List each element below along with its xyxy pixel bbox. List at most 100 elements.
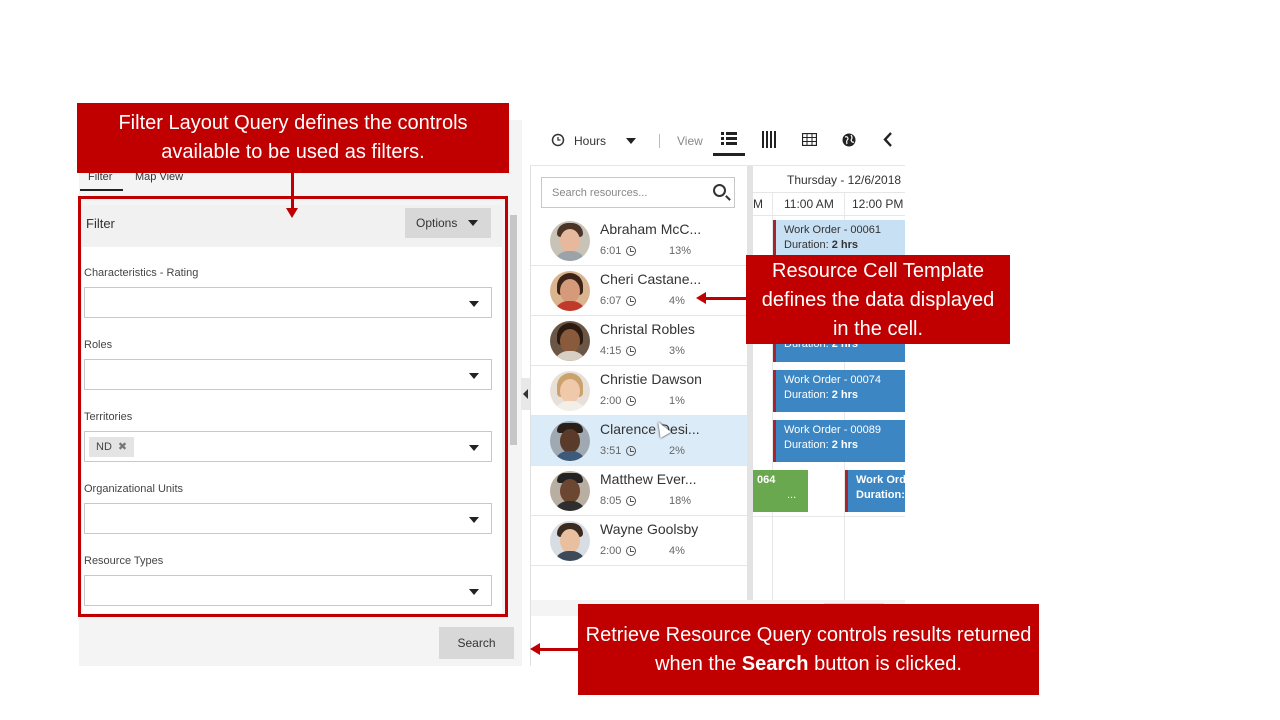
slide: Filter Map View Filter Options Character… [0, 0, 1280, 720]
resource-utilization: 13% [669, 245, 692, 257]
clock-icon [626, 396, 636, 406]
resource-row[interactable]: Cheri Castane... 6:07 4% [531, 266, 747, 316]
date-header-text: Thursday - 12/6/2018 [787, 173, 902, 187]
time-scale-label[interactable]: Hours [574, 134, 606, 148]
clock-icon [626, 496, 636, 506]
resource-utilization: 18% [669, 495, 692, 507]
callout-arrow [540, 648, 578, 651]
avatar [550, 521, 590, 561]
booking-title: 064 [757, 474, 776, 486]
toolbar-separator [659, 134, 660, 148]
clock-icon [626, 546, 636, 556]
clock-icon [626, 446, 636, 456]
resource-utilization: 2% [669, 445, 685, 457]
grid-view-icon[interactable] [802, 133, 817, 146]
booking-title: Work Orde [856, 474, 905, 486]
resource-hours: 3:51 [600, 445, 622, 457]
booking-card[interactable]: Work Order - 00074 Duration: 2 hrs [773, 370, 905, 412]
resource-hours: 6:07 [600, 295, 622, 307]
callout-text-bold: Search [741, 653, 809, 675]
resource-hours: 6:01 [600, 245, 622, 257]
booking-duration-label: Duration: 2 [856, 489, 905, 501]
booking-title: Work Order - 00089 [784, 424, 882, 436]
resource-row[interactable]: Christie Dawson 2:00 1% [531, 366, 747, 416]
resource-name: Matthew Ever... [600, 471, 697, 487]
resource-hours: 2:00 [600, 545, 622, 557]
callout-arrow [706, 297, 746, 300]
search-button[interactable]: Search [439, 627, 514, 659]
booking-card[interactable]: Work Order - 00089 Duration: 2 hrs [773, 420, 905, 462]
active-tab-indicator [80, 189, 123, 191]
vertical-view-icon[interactable] [762, 131, 776, 148]
avatar [550, 221, 590, 261]
time-slot: 11:00 AM [784, 197, 834, 211]
callout-arrow-head [286, 208, 298, 218]
callout-retrieve-query: Retrieve Resource Query controls results… [578, 604, 1039, 695]
resource-hours: 2:00 [600, 395, 622, 407]
callout-arrow-head [530, 643, 540, 655]
view-label: View [677, 134, 703, 148]
resource-search-input[interactable]: Search resources... [541, 177, 735, 208]
grid-line [753, 516, 905, 517]
resource-row[interactable]: Matthew Ever... 8:05 18% [531, 466, 747, 516]
resource-row[interactable]: Christal Robles 4:15 3% [531, 316, 747, 366]
booking-duration: 2 hrs [831, 239, 858, 251]
chevron-left-icon [523, 389, 528, 399]
booking-duration-label: Duration: [784, 239, 829, 251]
clock-icon [626, 346, 636, 356]
callout-resource-cell: Resource Cell Template defines the data … [746, 255, 1010, 344]
booking-title: Work Order - 00061 [784, 224, 882, 236]
clock-icon [626, 296, 636, 306]
resource-name: Cheri Castane... [600, 271, 702, 287]
filter-highlight-frame [78, 196, 508, 617]
avatar [550, 321, 590, 361]
active-view-indicator [713, 153, 745, 156]
avatar [550, 371, 590, 411]
resource-name: Wayne Goolsby [600, 521, 699, 537]
resource-row[interactable]: Wayne Goolsby 2:00 4% [531, 516, 747, 566]
resource-hours: 4:15 [600, 345, 622, 357]
booking-duration-label: Duration: [784, 389, 829, 401]
globe-icon[interactable] [842, 133, 856, 147]
resource-name: Christal Robles [600, 321, 695, 337]
booking-duration: 2 hrs [831, 439, 858, 451]
time-slot: M [753, 197, 763, 211]
resource-row-selected[interactable]: Clarence Desi... 3:51 2% [531, 416, 747, 466]
avatar [550, 471, 590, 511]
resource-row[interactable]: Abraham McC... 6:01 13% [531, 216, 747, 266]
list-view-icon[interactable] [721, 132, 737, 146]
resource-utilization: 1% [669, 395, 685, 407]
date-header: Thursday - 12/6/2018 [753, 166, 905, 192]
time-slot: 12:00 PM [852, 197, 904, 211]
filter-scrollbar-thumb[interactable] [510, 215, 517, 445]
booking-card[interactable]: Work Orde Duration: 2 [845, 470, 905, 512]
callout-arrow-head [696, 292, 706, 304]
search-placeholder: Search resources... [552, 187, 648, 199]
resource-utilization: 4% [669, 295, 685, 307]
callout-text: button is clicked. [808, 653, 962, 675]
resource-name: Clarence Desi... [600, 421, 700, 437]
booking-title: Work Order - 00074 [784, 374, 882, 386]
booking-card[interactable]: 064... [753, 470, 808, 512]
search-icon[interactable] [713, 184, 726, 197]
caret-down-icon[interactable] [626, 138, 636, 144]
resource-name: Abraham McC... [600, 221, 702, 237]
avatar [550, 271, 590, 311]
callout-arrow [291, 173, 294, 210]
resource-hours: 8:05 [600, 495, 622, 507]
collapse-pane-handle[interactable] [521, 378, 530, 410]
resource-utilization: 4% [669, 545, 685, 557]
clock-icon [626, 246, 636, 256]
booking-duration-label: Duration: [784, 439, 829, 451]
more-icon[interactable]: ... [757, 489, 796, 501]
chevron-left-icon[interactable] [883, 132, 893, 147]
resource-name: Christie Dawson [600, 371, 702, 387]
list-splitter[interactable] [747, 166, 753, 600]
avatar [550, 421, 590, 461]
resource-list: Abraham McC... 6:01 13% Cheri Castane...… [531, 216, 747, 566]
resource-utilization: 3% [669, 345, 685, 357]
callout-filter-layout: Filter Layout Query defines the controls… [77, 103, 509, 173]
booking-duration: 2 hrs [831, 389, 858, 401]
clock-icon [551, 133, 565, 147]
time-header: M 11:00 AM 12:00 PM [753, 192, 905, 216]
